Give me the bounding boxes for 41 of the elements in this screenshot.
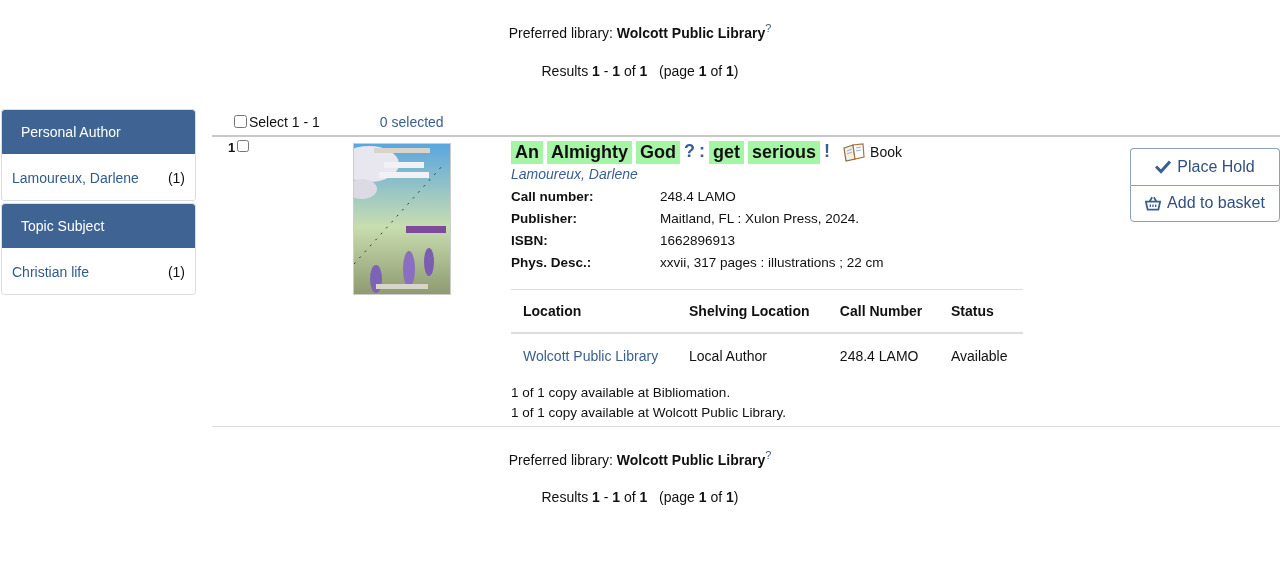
column-header: Call Number bbox=[827, 289, 939, 333]
author-link[interactable]: Lamoureux, Darlene bbox=[511, 165, 1023, 182]
facet-link[interactable]: Christian life bbox=[12, 263, 90, 280]
results-count-text: Results 1 - 1 of 1 (page 1 of 1) bbox=[541, 489, 739, 506]
column-header: Location bbox=[511, 289, 678, 333]
detail-label: Call number: bbox=[511, 188, 595, 204]
select-label: Select 1 - 1 bbox=[249, 113, 320, 130]
location-link[interactable]: Wolcott Public Library bbox=[523, 347, 659, 364]
facet-link[interactable]: Lamoureux, Darlene bbox=[12, 169, 139, 186]
place-hold-button[interactable]: Place Hold bbox=[1130, 147, 1280, 185]
availability-text: 1 of 1 copy available at Wolcott Public Library. bbox=[511, 404, 787, 420]
preferred-library-text: Preferred library: Wolcott Public Library$^{?}$ bbox=[508, 448, 772, 468]
results-count-text: Results 1 - 1 of 1 (page 1 of 1) bbox=[541, 62, 739, 79]
facet-count: (1) bbox=[167, 169, 185, 186]
basket-icon bbox=[1145, 195, 1162, 211]
preferred-library-text: Preferred library: Wolcott Public Library$^{?}$ bbox=[508, 22, 772, 41]
column-header: Status bbox=[938, 289, 1023, 333]
result-checkbox[interactable] bbox=[237, 139, 250, 152]
detail-label: ISBN: bbox=[511, 232, 549, 248]
facet-count: (1) bbox=[167, 263, 185, 280]
record-title-link[interactable]: An Almighty God ? : get serious ! bbox=[511, 140, 831, 164]
table-cell: 248.4 LAMO bbox=[827, 332, 939, 385]
open-book-icon bbox=[842, 142, 867, 163]
select-all-checkbox[interactable] bbox=[234, 115, 247, 129]
detail-value: 1662896913 bbox=[660, 232, 737, 248]
table-cell: Available bbox=[938, 332, 1023, 385]
selected-count-link[interactable]: 0 selected bbox=[379, 113, 444, 130]
format-label: Book bbox=[870, 144, 902, 161]
detail-value: xxvii, 317 pages : illustrations ; 22 cm bbox=[660, 254, 885, 270]
column-header: Shelving Location bbox=[677, 289, 828, 333]
detail-value: Maitland, FL : Xulon Press, 2024. bbox=[660, 210, 861, 226]
facet-heading: Topic Subject bbox=[2, 203, 195, 248]
add-to-basket-button[interactable]: Add to basket bbox=[1130, 184, 1280, 222]
checkmark-icon bbox=[1155, 159, 1172, 175]
availability-text: 1 of 1 copy available at Bibliomation. bbox=[511, 384, 732, 400]
detail-label: Phys. Desc.: bbox=[511, 254, 593, 270]
result-number: 1 bbox=[228, 139, 236, 155]
table-cell: Local Author bbox=[677, 332, 828, 385]
detail-value: 248.4 LAMO bbox=[660, 188, 737, 204]
facet-heading: Personal Author bbox=[2, 109, 195, 154]
detail-label: Publisher: bbox=[511, 210, 578, 226]
